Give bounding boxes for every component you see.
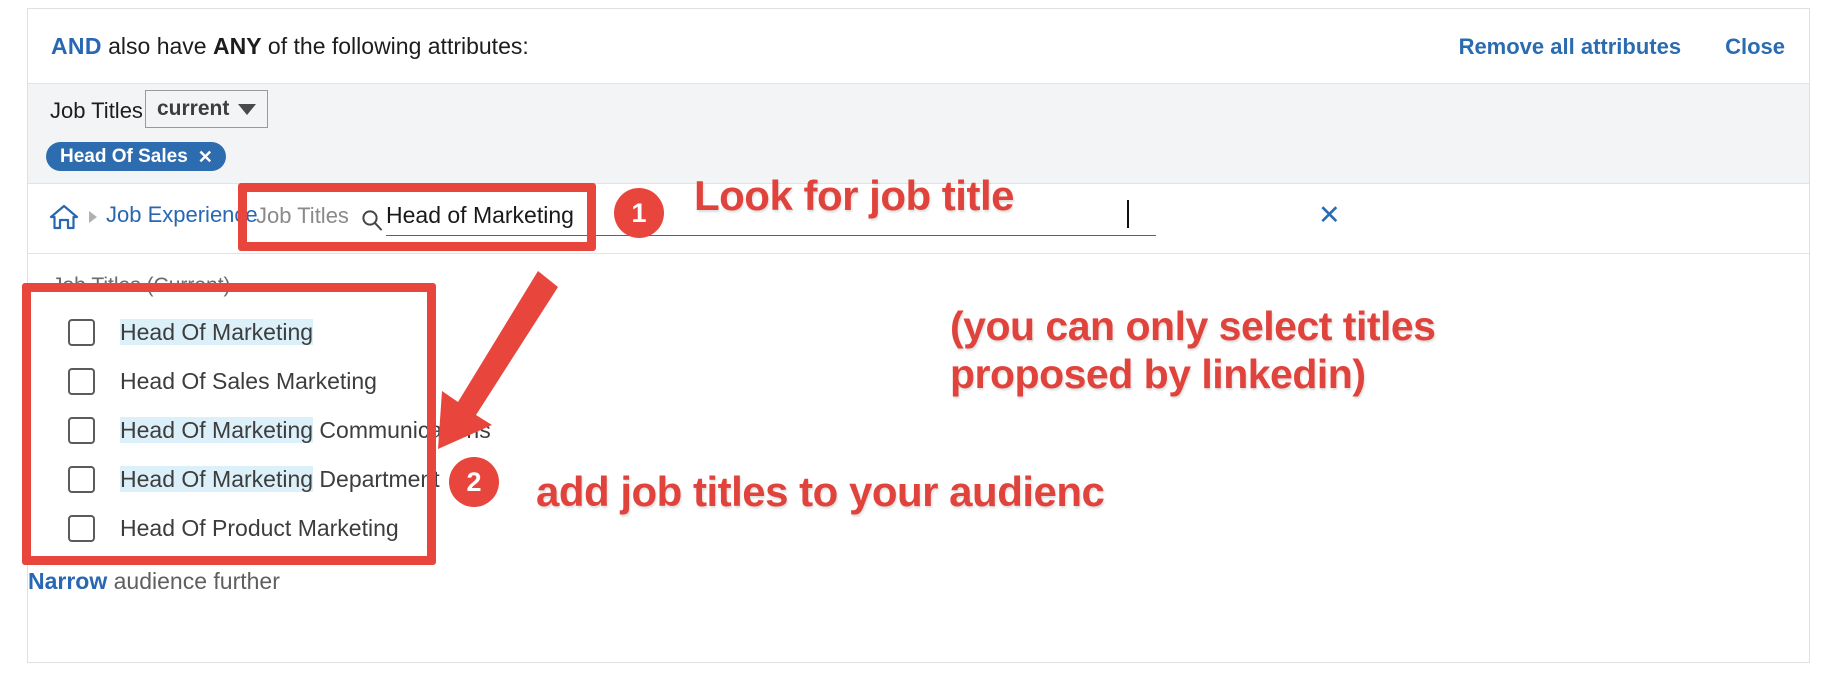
- header-mid-post: of the following attributes:: [261, 33, 529, 59]
- and-operator-label: AND: [51, 33, 102, 59]
- dialog-header-text: AND also have ANY of the following attri…: [51, 33, 529, 60]
- annotation-step1-text: Look for job title: [694, 172, 1014, 219]
- any-operator-label: ANY: [212, 33, 262, 59]
- dialog-header: AND also have ANY of the following attri…: [28, 9, 1809, 84]
- job-titles-tense-value: current: [157, 97, 230, 120]
- header-mid-pre: also have: [101, 33, 213, 59]
- annotation-note-line2: proposed by linkedin): [950, 351, 1366, 398]
- text-cursor: [1127, 200, 1129, 228]
- selected-title-pill-label: Head Of Sales: [60, 145, 188, 167]
- annotation-note-line1: (you can only select titles: [950, 303, 1436, 349]
- chevron-right-icon: [89, 211, 97, 223]
- narrow-rest-text: audience further: [107, 568, 280, 594]
- home-icon[interactable]: [49, 203, 79, 236]
- close-dialog-button[interactable]: Close: [1725, 34, 1785, 60]
- annotation-box-option-list: [22, 283, 436, 565]
- facet-label: Job Titles: [50, 98, 143, 123]
- remove-all-attributes-button[interactable]: Remove all attributes: [1459, 34, 1682, 60]
- facet-strip: Job Titles current Head Of Sales ✕: [28, 84, 1809, 184]
- annotation-box-search: [238, 183, 596, 251]
- screenshot-root: AND also have ANY of the following attri…: [0, 0, 1828, 686]
- narrow-audience-row: Narrow audience further: [28, 568, 280, 595]
- job-titles-tense-select[interactable]: current: [145, 90, 269, 128]
- annotation-badge-2: 2: [449, 457, 499, 507]
- clear-search-icon[interactable]: ✕: [1318, 202, 1341, 229]
- dialog-header-actions: Remove all attributes Close: [1459, 34, 1785, 60]
- chevron-down-icon: [238, 103, 257, 115]
- narrow-link[interactable]: Narrow: [28, 568, 107, 594]
- selected-title-pill[interactable]: Head Of Sales ✕: [46, 142, 226, 171]
- breadcrumb-job-experience[interactable]: Job Experience: [106, 202, 258, 228]
- annotation-arrow: [438, 271, 558, 449]
- close-icon[interactable]: ✕: [198, 148, 213, 166]
- annotation-badge-1: 1: [614, 188, 664, 238]
- annotation-step2-text: add job titles to your audienc: [536, 468, 1105, 515]
- annotation-note-text: (you can only select titles proposed by …: [950, 302, 1436, 399]
